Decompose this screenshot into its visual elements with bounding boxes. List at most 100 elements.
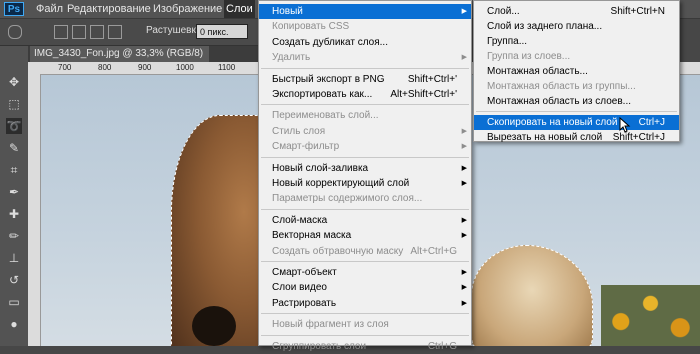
- blur-tool-icon[interactable]: ●: [6, 316, 22, 332]
- submenu-arrow-icon: ▶: [461, 8, 467, 15]
- new-selection-icon[interactable]: [54, 25, 68, 39]
- ruler-tick: 700: [58, 63, 72, 72]
- layer-menu-item-label: Быстрый экспорт в PNG: [272, 73, 385, 85]
- photoshop-logo: Ps: [4, 2, 24, 16]
- layer-menu-item[interactable]: Создать дубликат слоя...: [259, 35, 471, 50]
- lasso-tool-icon[interactable]: ➰: [6, 118, 22, 134]
- layer-menu-item[interactable]: Слои видео ▶: [259, 280, 471, 295]
- menu-layer[interactable]: Слои: [224, 0, 255, 18]
- new-submenu-item[interactable]: Слой... Shift+Ctrl+N: [474, 4, 679, 19]
- new-submenu-item: Группа из слоев...: [474, 49, 679, 64]
- layer-menu-item[interactable]: Слой-маска ▶: [259, 213, 471, 228]
- new-submenu-item-label: Слой из заднего плана...: [487, 21, 603, 32]
- submenu-arrow-icon: ▶: [461, 269, 467, 276]
- layer-menu-item-label: Сгруппировать слои: [272, 340, 367, 352]
- new-submenu-item[interactable]: Группа...: [474, 34, 679, 49]
- layer-menu-item-label: Экспортировать как...: [272, 89, 373, 100]
- layer-menu-item[interactable]: Новый ▶: [259, 4, 471, 19]
- new-submenu-item[interactable]: Вырезать на новый слой Shift+Ctrl+J: [474, 130, 679, 145]
- layer-menu-item-label: Новый слой-заливка: [272, 162, 369, 174]
- mouse-pointer-icon: [619, 117, 631, 133]
- new-submenu-item-label: Скопировать на новый слой: [487, 117, 618, 128]
- layer-menu: Новый ▶ Копировать CSS Создать дубликат сло…: [258, 0, 472, 352]
- layer-menu-item[interactable]: Векторная маска ▶: [259, 228, 471, 243]
- document-tab[interactable]: IMG_3430_Fon.jpg @ 33,3% (RGB/8): [30, 46, 210, 62]
- layer-menu-item-shortcut: Alt+Shift+Ctrl+': [390, 89, 457, 100]
- giraffe-ear-image: [471, 245, 593, 346]
- layer-menu-item: Смарт-фильтр ▶: [259, 139, 471, 154]
- menu-edit[interactable]: Редактирование: [65, 0, 153, 18]
- layer-menu-item-label: Смарт-объект: [272, 267, 337, 278]
- new-submenu-item[interactable]: Монтажная область...: [474, 64, 679, 79]
- new-submenu: Слой... Shift+Ctrl+N Слой из заднего плана…: [473, 0, 680, 145]
- layer-menu-item: Переименовать слой...: [259, 108, 471, 123]
- layer-menu-item[interactable]: Новый слой-заливка ▶: [259, 161, 471, 176]
- menu-separator: [261, 67, 469, 69]
- menu-image[interactable]: Изображение: [151, 0, 224, 18]
- layer-menu-item-shortcut: Ctrl+G: [427, 340, 457, 352]
- new-submenu-item[interactable]: Монтажная область из слоев...: [474, 94, 679, 109]
- feather-input[interactable]: 0 пикс.: [196, 24, 248, 39]
- layer-menu-item: Создать обтравочную маску Alt+Ctrl+G: [259, 244, 471, 259]
- new-submenu-item-shortcut: Ctrl+J: [638, 117, 665, 128]
- submenu-arrow-icon: ▶: [461, 164, 467, 172]
- layer-menu-item-label: Слой-маска: [272, 214, 328, 226]
- intersect-selection-icon[interactable]: [108, 25, 122, 39]
- submenu-arrow-icon: ▶: [461, 232, 467, 240]
- menu-separator: [261, 261, 469, 262]
- ruler-tick: 900: [138, 63, 152, 72]
- new-submenu-item-label: Монтажная область из группы...: [487, 81, 636, 92]
- layer-menu-item-label: Удалить: [272, 52, 311, 64]
- lasso-tool-icon[interactable]: [8, 25, 22, 39]
- layer-menu-item-label: Растрировать: [272, 297, 337, 309]
- layer-menu-item-shortcut: Alt+Ctrl+G: [410, 245, 457, 257]
- add-selection-icon[interactable]: [72, 25, 86, 39]
- layer-menu-item-label: Стиль слоя: [272, 125, 326, 137]
- new-submenu-item[interactable]: Слой из заднего плана...: [474, 19, 679, 34]
- menu-separator: [476, 111, 677, 112]
- healing-brush-icon[interactable]: ✚: [6, 206, 22, 222]
- layer-menu-item: Стиль слоя ▶: [259, 124, 471, 139]
- new-submenu-item: Монтажная область из группы...: [474, 79, 679, 94]
- marquee-tool-icon[interactable]: ⬚: [6, 96, 22, 112]
- menu-separator: [261, 208, 469, 210]
- move-tool-icon[interactable]: ✥: [6, 74, 22, 90]
- submenu-arrow-icon: ▶: [461, 180, 467, 187]
- menu-separator: [261, 334, 469, 336]
- quick-selection-icon[interactable]: ✎: [6, 140, 22, 156]
- new-submenu-item-label: Монтажная область...: [487, 66, 588, 77]
- layer-menu-item-label: Переименовать слой...: [272, 110, 379, 122]
- layer-menu-item-label: Векторная маска: [272, 230, 352, 242]
- submenu-arrow-icon: ▶: [461, 127, 467, 135]
- history-brush-icon[interactable]: ↺: [6, 272, 22, 288]
- layer-menu-item[interactable]: Быстрый экспорт в PNG Shift+Ctrl+': [259, 72, 471, 87]
- layer-menu-item-label: Новый: [272, 6, 303, 17]
- flowers-image: [601, 285, 700, 346]
- eyedropper-icon[interactable]: ✒: [6, 184, 22, 200]
- layer-menu-item-label: Смарт-фильтр: [272, 141, 340, 153]
- ruler-tick: 800: [98, 63, 112, 72]
- clone-stamp-icon[interactable]: ⊥: [6, 250, 22, 266]
- layer-menu-item[interactable]: Экспортировать как... Alt+Shift+Ctrl+': [259, 87, 471, 102]
- subtract-selection-icon[interactable]: [90, 25, 104, 39]
- submenu-arrow-icon: ▶: [461, 143, 467, 151]
- menu-file[interactable]: Файл: [34, 0, 65, 18]
- layer-menu-item-label: Новый корректирующий слой: [272, 178, 410, 189]
- options-bar: Растушевка: 0 пикс.: [0, 19, 258, 46]
- layer-menu-item-label: Слои видео: [272, 282, 327, 294]
- ruler-tick: 1000: [176, 63, 194, 72]
- new-submenu-item-label: Группа из слоев...: [487, 51, 571, 62]
- new-submenu-item-shortcut: Shift+Ctrl+N: [610, 6, 665, 17]
- layer-menu-item-shortcut: Shift+Ctrl+': [407, 73, 457, 85]
- vertical-ruler: [28, 74, 41, 346]
- crop-tool-icon[interactable]: ⌗: [6, 162, 22, 178]
- eraser-icon[interactable]: ▭: [6, 294, 22, 310]
- new-submenu-item[interactable]: Скопировать на новый слой Ctrl+J: [474, 115, 679, 130]
- giraffe-eye: [192, 306, 236, 346]
- layer-menu-item-label: Создать дубликат слоя...: [272, 36, 388, 48]
- layer-menu-item[interactable]: Новый корректирующий слой ▶: [259, 176, 471, 191]
- submenu-arrow-icon: ▶: [461, 284, 467, 292]
- layer-menu-item[interactable]: Смарт-объект ▶: [259, 265, 471, 280]
- brush-tool-icon[interactable]: ✏: [6, 228, 22, 244]
- layer-menu-item[interactable]: Растрировать ▶: [259, 296, 471, 311]
